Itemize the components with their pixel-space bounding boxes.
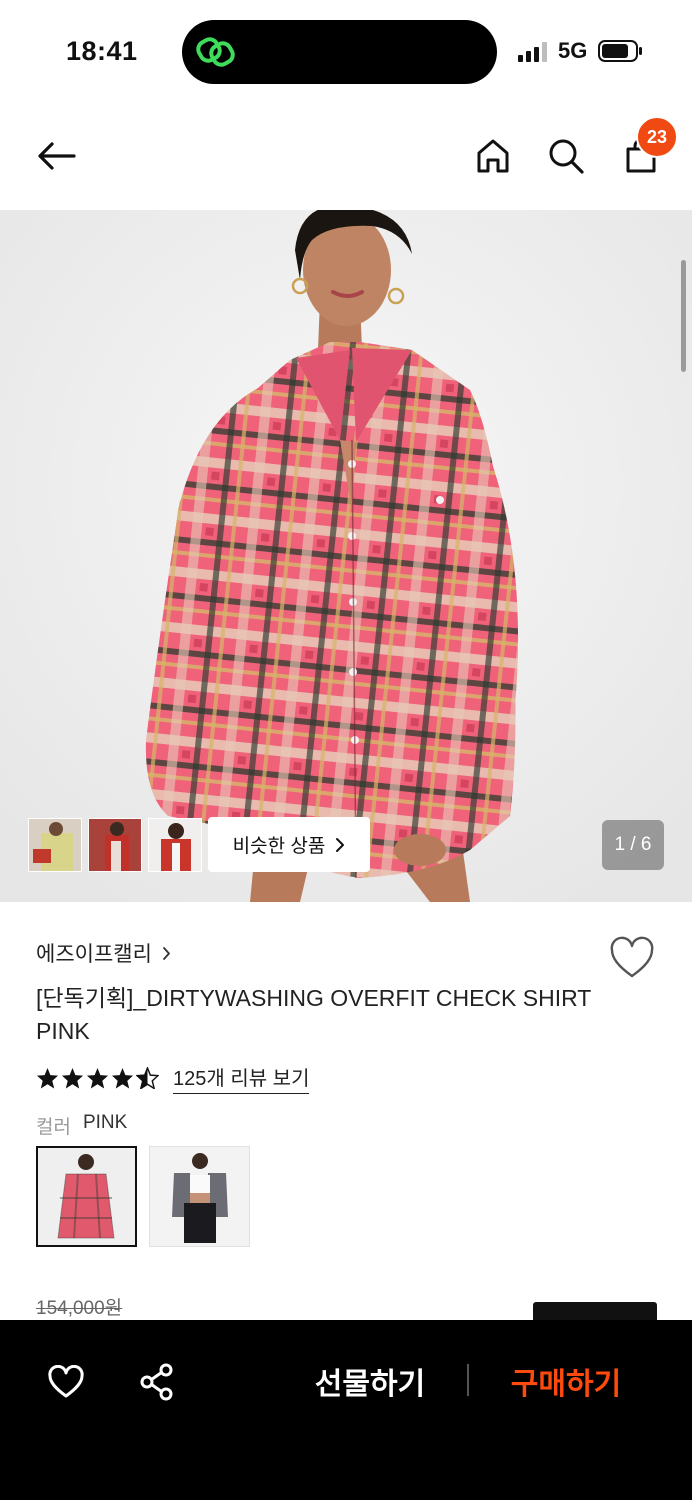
star-full-icon (86, 1067, 109, 1089)
color-value: PINK (82, 1112, 128, 1133)
color-swatch-grey[interactable] (149, 1146, 250, 1247)
buy-button[interactable]: 구매하기 (496, 1356, 636, 1406)
status-bar: 18:41 5G (0, 0, 692, 100)
swatch-image (38, 1148, 135, 1245)
home-icon (477, 139, 509, 173)
share-button[interactable] (133, 1358, 181, 1406)
heart-outline-icon[interactable] (608, 936, 656, 980)
thumbnail-image (29, 819, 81, 871)
similar-products-button[interactable]: 비슷한 상품 (208, 817, 370, 872)
swatch-image (150, 1147, 249, 1246)
signal-icon (518, 42, 547, 62)
mini-thumbnail-strip (28, 818, 202, 872)
bottom-action-bar: 선물하기 구매하기 (0, 1320, 692, 1500)
brand-name: 에즈이프캘리 (36, 943, 152, 966)
dynamic-island (182, 20, 497, 84)
rating-row: 125개 리뷰 보기 (36, 1062, 310, 1094)
thumbnail-image (149, 819, 201, 871)
network-type: 5G (558, 38, 588, 63)
cart-count-badge: 23 (636, 116, 678, 158)
star-full-icon (61, 1067, 84, 1089)
mini-thumbnail[interactable] (88, 818, 142, 872)
home-button[interactable] (465, 128, 521, 184)
star-half-icon (136, 1067, 159, 1089)
mini-thumbnail[interactable] (148, 818, 202, 872)
product-photo (0, 210, 692, 902)
star-full-icon (36, 1067, 59, 1089)
top-nav (0, 100, 692, 210)
mini-thumbnail[interactable] (28, 818, 82, 872)
battery-icon (598, 40, 642, 62)
divider (467, 1364, 469, 1396)
chevron-right-icon (336, 837, 345, 852)
product-title: [단독기획]_DIRTYWASHING OVERFIT CHECK SHIRT … (36, 985, 591, 1044)
status-time: 18:41 (66, 36, 138, 66)
color-swatches (36, 1146, 250, 1247)
original-price: 154,000원 (36, 1298, 123, 1319)
app-link-icon (196, 37, 235, 67)
back-arrow-icon (38, 142, 76, 170)
back-button[interactable] (28, 128, 84, 184)
brand-link[interactable]: 에즈이프캘리 (36, 938, 171, 968)
color-swatch-pink[interactable] (36, 1146, 137, 1247)
share-icon (140, 1363, 173, 1401)
similar-products-label: 비슷한 상품 (232, 836, 326, 857)
heart-outline-icon (48, 1365, 84, 1398)
scroll-indicator[interactable] (681, 260, 686, 372)
gift-button[interactable]: 선물하기 (300, 1356, 440, 1406)
star-rating (36, 1067, 159, 1089)
image-page-indicator: 1 / 6 (602, 820, 664, 870)
product-image-carousel[interactable] (0, 210, 692, 902)
color-label: 컬러 (36, 1117, 71, 1138)
chevron-right-icon (163, 946, 170, 960)
wishlist-button[interactable] (42, 1358, 90, 1406)
review-link[interactable]: 125개 리뷰 보기 (173, 1062, 310, 1094)
star-full-icon (111, 1067, 134, 1089)
color-row: 컬러 PINK (36, 1112, 127, 1139)
search-button[interactable] (538, 128, 594, 184)
search-icon (549, 139, 584, 174)
thumbnail-image (89, 819, 141, 871)
